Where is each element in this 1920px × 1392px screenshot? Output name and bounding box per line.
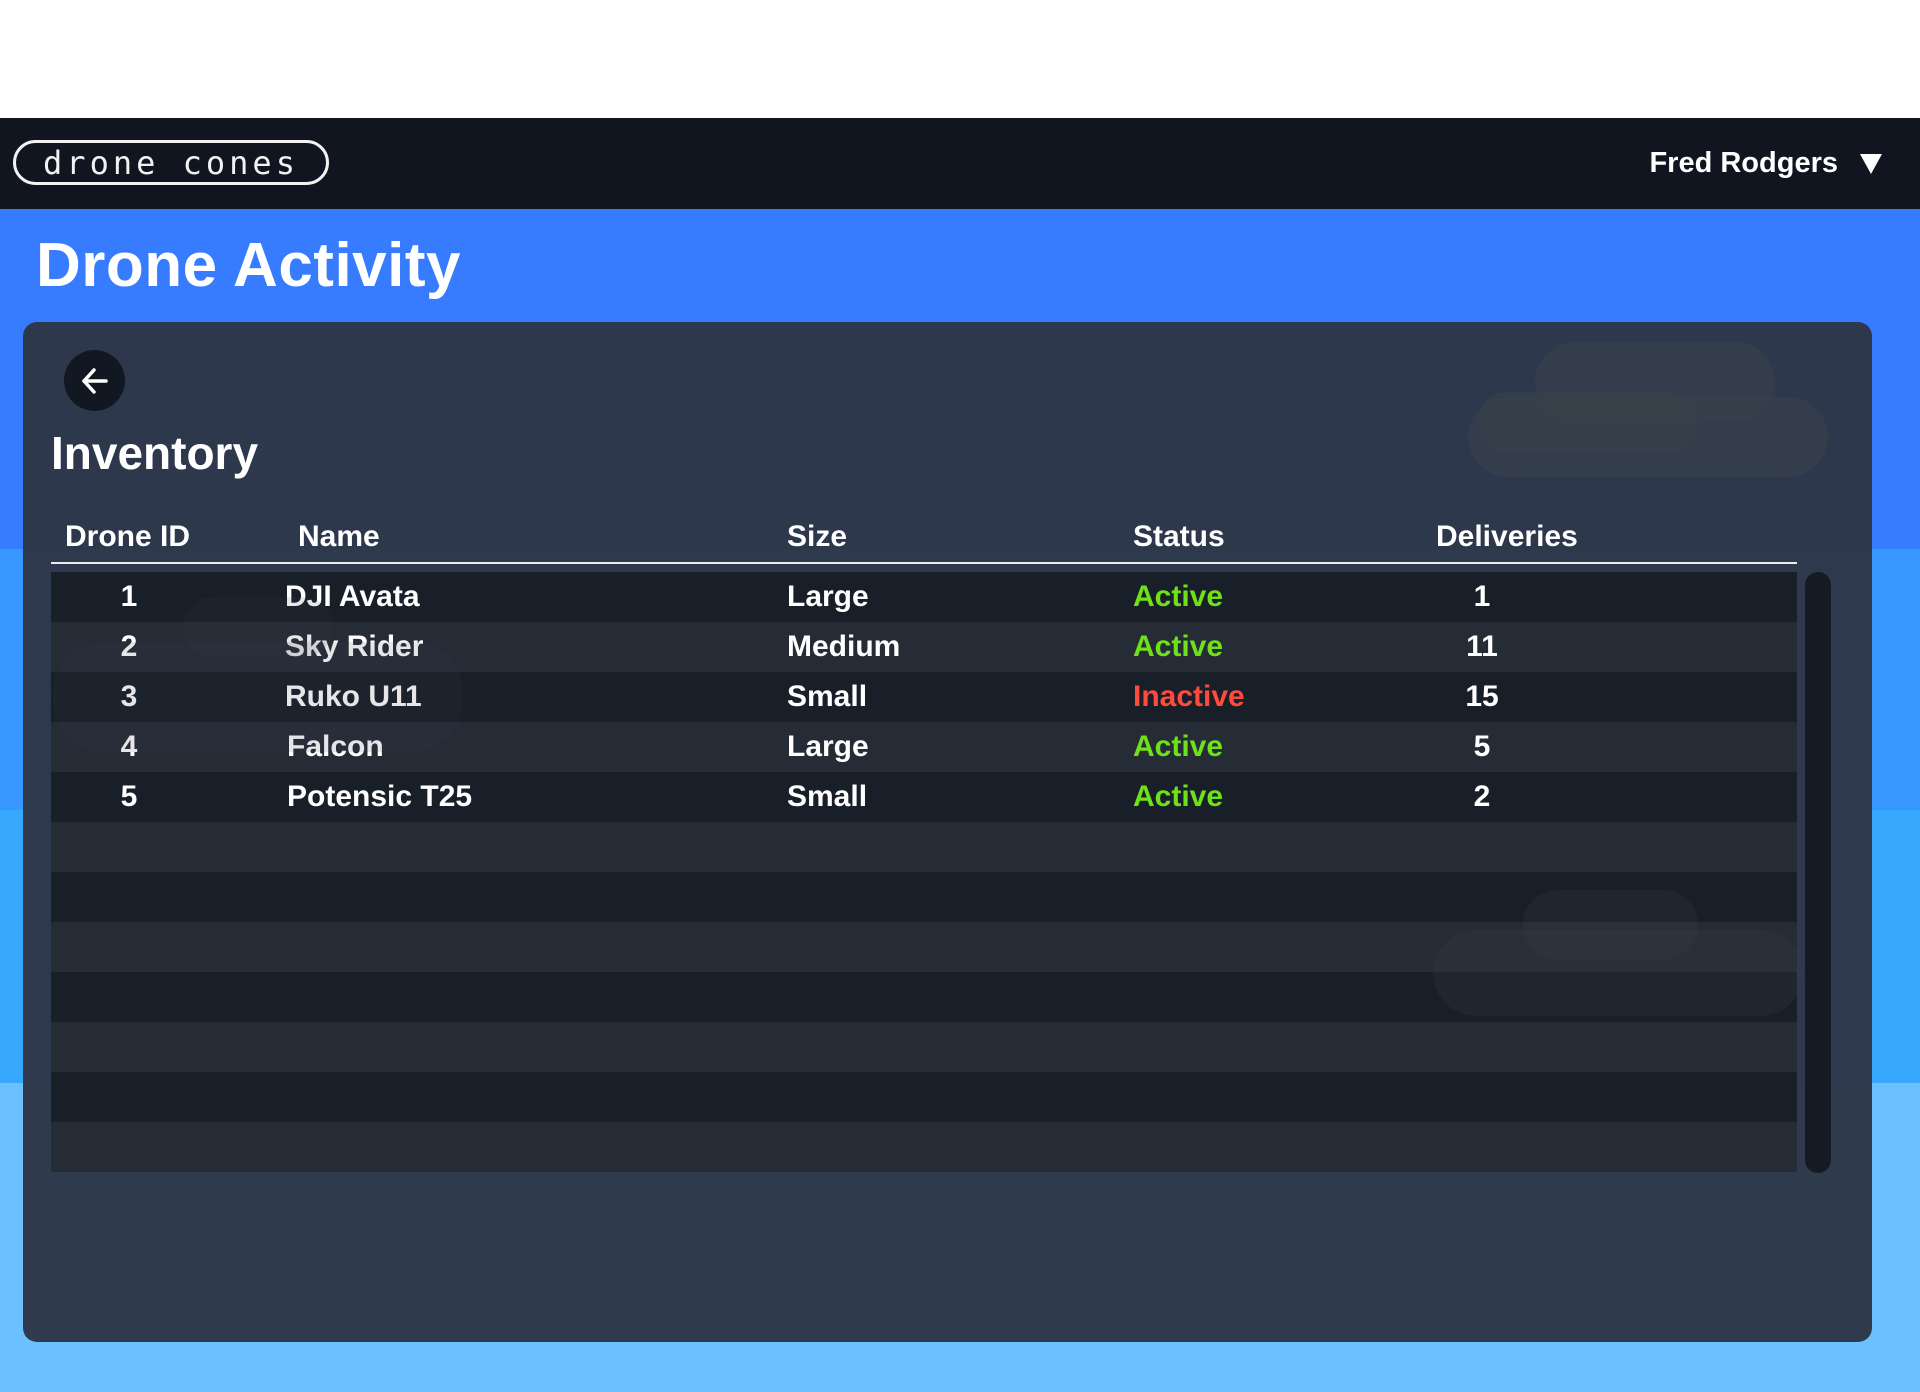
- cloud-decoration: [53, 642, 463, 752]
- empty-table-row: [51, 822, 1797, 872]
- logo-text: drone cones: [43, 143, 299, 182]
- navbar: drone cones Fred Rodgers: [0, 118, 1920, 209]
- column-header-size: Size: [787, 520, 848, 553]
- section-title: Inventory: [51, 427, 259, 479]
- cell-drone-id: 5: [120, 780, 138, 813]
- table-row[interactable]: 5 Potensic T25 Small Active 2: [51, 772, 1797, 822]
- cell-status: Active: [1133, 780, 1224, 813]
- cell-deliveries: 15: [1465, 680, 1499, 713]
- triangle-down-icon: [1860, 153, 1882, 174]
- cell-status: Active: [1133, 630, 1224, 663]
- cell-name: Potensic T25: [287, 780, 473, 813]
- cloud-decoration: [1523, 890, 1698, 960]
- cell-size: Large: [787, 730, 869, 763]
- cell-size: Small: [787, 680, 868, 713]
- cloud-decoration: [183, 597, 333, 657]
- page-title: Drone Activity: [36, 231, 462, 300]
- empty-table-row: [51, 1022, 1797, 1072]
- column-header-status: Status: [1133, 520, 1225, 553]
- table-scrollbar[interactable]: [1805, 572, 1831, 1173]
- column-header-drone-id: Drone ID: [65, 520, 191, 553]
- cell-size: Large: [787, 580, 869, 613]
- empty-table-row: [51, 1122, 1797, 1172]
- drone-cones-logo[interactable]: drone cones: [13, 140, 329, 185]
- cell-deliveries: 11: [1466, 630, 1498, 663]
- cloud-decoration: [1478, 392, 1698, 452]
- cell-deliveries: 5: [1473, 730, 1491, 763]
- cell-size: Medium: [787, 630, 901, 663]
- cell-status: Active: [1133, 580, 1224, 613]
- column-header-deliveries: Deliveries: [1436, 520, 1578, 553]
- inventory-panel: Inventory Drone ID Name Size Status Deli…: [23, 322, 1872, 1342]
- cell-deliveries: 2: [1473, 780, 1491, 813]
- cell-drone-id: 1: [120, 580, 138, 613]
- top-whitespace: [0, 0, 1920, 118]
- arrow-left-icon: [81, 367, 108, 394]
- cell-size: Small: [787, 780, 868, 813]
- empty-table-row: [51, 1072, 1797, 1122]
- back-button[interactable]: [64, 350, 125, 411]
- column-header-name: Name: [298, 520, 380, 553]
- cell-deliveries: 1: [1473, 580, 1491, 613]
- user-menu[interactable]: Fred Rodgers: [1649, 118, 1882, 209]
- cell-status: Inactive: [1133, 680, 1245, 713]
- user-name: Fred Rodgers: [1649, 147, 1838, 179]
- cell-status: Active: [1133, 730, 1224, 763]
- table-header: Drone ID Name Size Status Deliveries: [51, 512, 1797, 564]
